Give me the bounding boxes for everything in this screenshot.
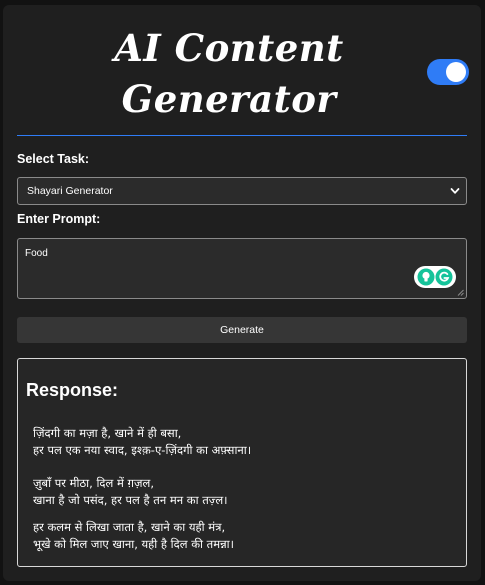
prompt-value: Food: [25, 248, 48, 259]
chevron-down-icon: [450, 188, 460, 194]
shayari-stanza: ज़ुबाँ पर मीठा, दिल में ग़ज़ल, खाना है ज…: [33, 475, 228, 509]
task-select[interactable]: Shayari Generator: [17, 177, 467, 205]
shayari-stanza: हर कलम से लिखा जाता है, खाने का यही मंत्…: [33, 519, 234, 553]
shayari-line: ज़िंदगी का मज़ा है, खाने में ही बसा,: [33, 426, 182, 440]
toggle-knob: [446, 62, 466, 82]
grammarly-g-icon: [435, 268, 453, 286]
response-panel: Response: ज़िंदगी का मज़ा है, खाने में ह…: [17, 358, 467, 567]
app-title-line-2: Generator: [121, 77, 337, 121]
app-title-line-1: AI Content: [114, 26, 344, 70]
shayari-line: हर पल एक नया स्वाद, इश्क़-ए-ज़िंदगी का अ…: [33, 443, 252, 457]
shayari-line: भूखे को मिल जाए खाना, यही है दिल की तमन्…: [33, 537, 235, 551]
app-title: AI Content Generator: [107, 23, 351, 125]
header-divider: [17, 135, 467, 136]
task-label: Select Task:: [17, 152, 90, 166]
shayari-line: हर कलम से लिखा जाता है, खाने का यही मंत्…: [33, 520, 226, 534]
app-container: AI Content Generator Select Task: Shayar…: [3, 5, 481, 581]
header: AI Content Generator: [3, 5, 481, 135]
response-heading: Response:: [26, 380, 119, 400]
shayari-line: ज़ुबाँ पर मीठा, दिल में ग़ज़ल,: [33, 476, 154, 490]
prompt-textarea[interactable]: Food: [17, 238, 467, 299]
resize-grip-icon[interactable]: [457, 289, 464, 296]
theme-toggle[interactable]: [427, 59, 469, 85]
lightbulb-icon: [417, 268, 435, 286]
task-select-value: Shayari Generator: [27, 185, 113, 197]
writing-assistant-badge[interactable]: [414, 266, 456, 288]
shayari-stanza: ज़िंदगी का मज़ा है, खाने में ही बसा, हर …: [33, 425, 251, 459]
shayari-line: खाना है जो पसंद, हर पल है तन मन का तज़्ल…: [33, 493, 228, 507]
prompt-label: Enter Prompt:: [17, 212, 101, 226]
generate-button[interactable]: Generate: [17, 317, 467, 343]
